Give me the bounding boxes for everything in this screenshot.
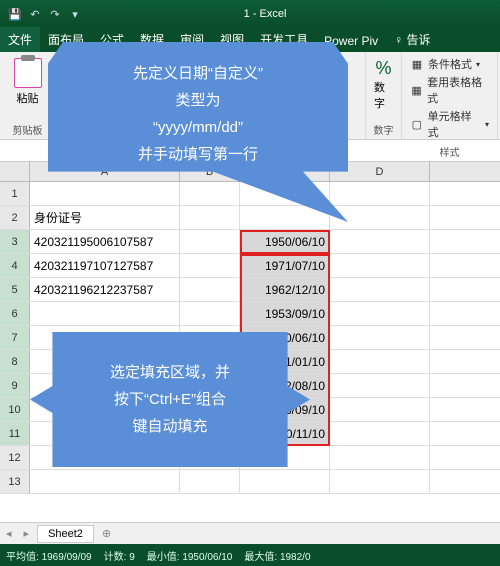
cond-format-icon: ▦ — [410, 57, 424, 71]
number-button[interactable]: % 数字 — [370, 54, 397, 115]
percent-icon: % — [375, 58, 391, 79]
callout-text: 先定义日期“自定义” — [62, 60, 334, 87]
table-format-button[interactable]: ▦套用表格格式 — [410, 74, 489, 106]
table-row: 54203211962122375871962/12/10 — [0, 278, 500, 302]
quick-access-toolbar: 💾 ↶ ↷ ▾ — [0, 5, 90, 23]
sheet-nav-next-icon[interactable]: ▸ — [18, 527, 36, 540]
number-group-label: 数字 — [374, 122, 394, 137]
table-row: 13 — [0, 470, 500, 494]
status-avg: 平均值: 1969/09/09 — [6, 548, 92, 563]
table-row: 61953/09/10 — [0, 302, 500, 326]
cell-style-button[interactable]: ▢单元格样式▾ — [410, 108, 489, 140]
paste-button[interactable]: 粘贴 — [10, 54, 46, 110]
add-sheet-icon[interactable]: ⊕ — [94, 527, 119, 540]
callout-ctrl-e: 选定填充区域，并 按下“Ctrl+E”组合 键自动填充 — [30, 332, 310, 467]
table-row: 34203211950061075871950/06/10 — [0, 230, 500, 254]
callout-text: “yyyy/mm/dd” — [62, 114, 334, 141]
cell-style-icon: ▢ — [410, 117, 424, 131]
qat-more-icon[interactable]: ▾ — [66, 5, 84, 23]
conditional-format-button[interactable]: ▦条件格式▾ — [410, 56, 489, 72]
window-title: 1 - Excel — [90, 8, 500, 20]
callout-text: 键自动填充 — [44, 413, 296, 440]
callout-text: 并手动填写第一行 — [62, 141, 334, 168]
paste-icon — [14, 58, 42, 88]
sheet-tabs: ◂ ▸ Sheet2 ⊕ — [0, 522, 500, 544]
tab-file[interactable]: 文件 — [0, 27, 40, 52]
table-format-icon: ▦ — [410, 83, 423, 97]
redo-icon[interactable]: ↷ — [46, 5, 64, 23]
undo-icon[interactable]: ↶ — [26, 5, 44, 23]
callout-text: 类型为 — [62, 87, 334, 114]
table-row: 44203211971071275871971/07/10 — [0, 254, 500, 278]
number-group: % 数字 数字 — [366, 52, 402, 139]
save-icon[interactable]: 💾 — [6, 5, 24, 23]
cell-header-id[interactable]: 身份证号 — [30, 206, 180, 229]
table-row: 1 — [0, 182, 500, 206]
status-count: 计数: 9 — [104, 548, 135, 563]
status-max: 最大值: 1982/0 — [244, 548, 310, 563]
sheet-tab[interactable]: Sheet2 — [37, 525, 94, 543]
status-bar: 平均值: 1969/09/09 计数: 9 最小值: 1950/06/10 最大… — [0, 544, 500, 566]
callout-text: 按下“Ctrl+E”组合 — [44, 386, 296, 413]
number-label: 数字 — [374, 79, 393, 111]
sheet-nav-prev-icon[interactable]: ◂ — [0, 527, 18, 540]
clipboard-group: 粘贴 剪贴板 — [0, 52, 56, 139]
status-min: 最小值: 1950/06/10 — [147, 548, 233, 563]
table-row: 2身份证号 — [0, 206, 500, 230]
styles-group: ▦条件格式▾ ▦套用表格格式 ▢单元格样式▾ 样式 — [402, 52, 498, 139]
callout-text: 选定填充区域，并 — [44, 359, 296, 386]
styles-label: 样式 — [440, 144, 460, 159]
select-all-corner[interactable] — [0, 162, 30, 181]
clipboard-label: 剪贴板 — [13, 122, 43, 137]
paste-label: 粘贴 — [17, 90, 39, 106]
title-bar: 💾 ↶ ↷ ▾ 1 - Excel — [0, 0, 500, 28]
tab-tell[interactable]: ♀ 告诉 — [386, 27, 438, 52]
